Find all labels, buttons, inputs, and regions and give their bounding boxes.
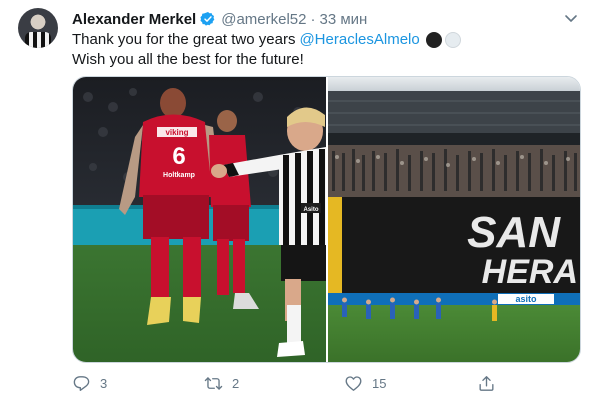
retweet-button[interactable]: 2: [204, 372, 239, 394]
share-button[interactable]: [477, 372, 505, 394]
author-handle[interactable]: @amerkel52: [221, 11, 306, 28]
shirt-number-text: 6: [172, 143, 185, 170]
shirt-sponsor-2-text: Holtkamp: [163, 172, 195, 179]
photo-celebration[interactable]: viking 6 Holtkamp Asito: [73, 77, 326, 362]
opponent-sponsor-text: Asito: [304, 207, 319, 213]
like-count: 15: [372, 375, 387, 391]
timestamp[interactable]: 33 мин: [320, 11, 368, 28]
banner-text-1: SAN: [467, 208, 561, 257]
shirt-sponsor-text: viking: [165, 128, 188, 137]
tweet-text-line-1: Thank you for the great two years: [72, 31, 296, 48]
tweet-text: Thank you for the great two years @Herac…: [72, 30, 461, 70]
reply-count: 3: [100, 375, 108, 391]
retweet-count: 2: [232, 375, 240, 391]
tweet-actions: 3 2 15: [72, 372, 512, 394]
like-button[interactable]: 15: [344, 372, 386, 394]
photo-stadium[interactable]: SAN HERA asito: [328, 77, 580, 362]
banner-text-2: HERA: [482, 253, 578, 291]
author-name[interactable]: Alexander Merkel: [72, 11, 196, 28]
white-circle-emoji: [444, 32, 461, 48]
like-icon: [345, 375, 362, 391]
verified-badge-icon: [200, 12, 215, 26]
reply-button[interactable]: 3: [72, 372, 107, 394]
avatar[interactable]: [18, 8, 58, 48]
reply-icon: [73, 375, 90, 391]
board-sponsor-text: asito: [515, 294, 537, 304]
share-icon: [479, 375, 494, 391]
chevron-down-icon[interactable]: [563, 10, 579, 26]
mention-link[interactable]: @HeraclesAlmelo: [299, 30, 419, 50]
black-circle-emoji: [425, 32, 442, 48]
tweet-text-line-2: Wish you all the best for the future!: [72, 51, 304, 68]
tweet: Alexander Merkel @amerkel52 · 33 мин Tha…: [0, 0, 593, 407]
separator-dot: ·: [310, 10, 316, 28]
photo-celebration-image: viking 6 Holtkamp Asito: [73, 77, 326, 362]
photo-stadium-image: SAN HERA asito: [328, 77, 580, 362]
tweet-header: Alexander Merkel @amerkel52 · 33 мин: [72, 10, 367, 28]
media-grid: viking 6 Holtkamp Asito SAN HERA asito: [72, 76, 581, 363]
retweet-icon: [204, 376, 223, 390]
